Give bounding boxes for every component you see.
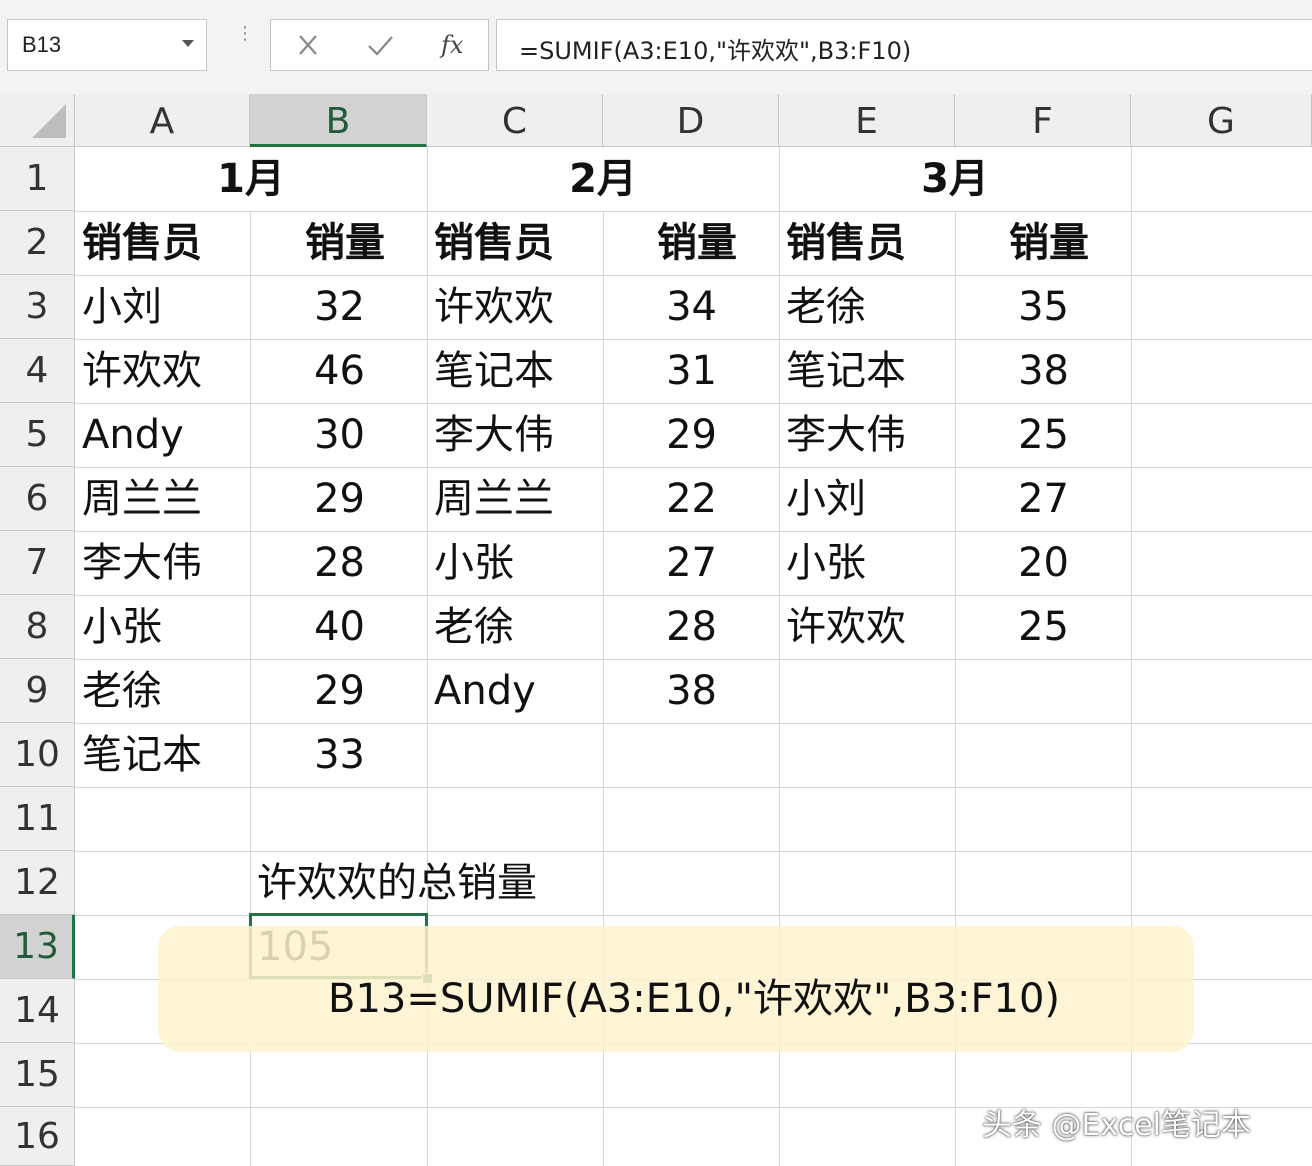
salesperson-cell[interactable]: 笔记本 [786,339,906,403]
row-header-6[interactable]: 6 [0,467,75,531]
row-header-11[interactable]: 11 [0,787,75,851]
salesperson-cell[interactable]: 老徐 [434,595,514,659]
header-cell[interactable]: 销量 [603,211,737,275]
salesperson-cell[interactable]: 许欢欢 [786,595,906,659]
sales-cell[interactable]: 20 [955,531,1069,595]
header-cell[interactable]: 销量 [250,211,385,275]
salesperson-cell[interactable]: 李大伟 [82,531,202,595]
salesperson-cell[interactable]: 周兰兰 [434,467,554,531]
sales-cell[interactable]: 25 [955,403,1069,467]
formula-note-text: B13=SUMIF(A3:E10,"许欢欢",B3:F10) [328,976,1061,1022]
row-header-10[interactable]: 10 [0,723,75,787]
select-all-button[interactable] [0,94,75,147]
sales-cell[interactable]: 29 [250,659,365,723]
salesperson-cell[interactable]: Andy [82,403,184,467]
sales-cell[interactable]: 29 [250,467,365,531]
salesperson-cell[interactable]: Andy [434,659,536,723]
row-header-4[interactable]: 4 [0,339,75,403]
row-header-2[interactable]: 2 [0,211,75,275]
column-header-b[interactable]: B [250,94,427,147]
sales-cell[interactable]: 40 [250,595,365,659]
salesperson-cell[interactable]: 李大伟 [434,403,554,467]
salesperson-cell[interactable]: 老徐 [786,275,866,339]
name-box[interactable]: B13 [7,19,207,71]
month-header-cell[interactable]: 1月 [75,147,427,211]
sales-cell[interactable]: 28 [603,595,717,659]
column-header-e[interactable]: E [779,94,955,147]
row-header-16[interactable]: 16 [0,1107,75,1166]
check-icon[interactable] [363,30,397,60]
formula-bar-area: B13 ⋮ fx =SUMIF(A3:E10,"许欢欢",B3:F10) [0,0,1312,94]
salesperson-cell[interactable]: 小刘 [82,275,162,339]
row-header-15[interactable]: 15 [0,1043,75,1107]
sales-cell[interactable]: 33 [250,723,365,787]
month-header-cell[interactable]: 3月 [779,147,1131,211]
salesperson-cell[interactable]: 小刘 [786,467,866,531]
row-header-5[interactable]: 5 [0,403,75,467]
row-header-9[interactable]: 9 [0,659,75,723]
sales-cell[interactable]: 27 [955,467,1069,531]
sales-cell[interactable]: 27 [603,531,717,595]
chevron-down-icon[interactable] [182,40,194,47]
salesperson-cell[interactable]: 周兰兰 [82,467,202,531]
grid-line [75,787,1312,788]
header-cell[interactable]: 销售员 [786,211,906,275]
sales-cell[interactable]: 22 [603,467,717,531]
salesperson-cell[interactable]: 笔记本 [82,723,202,787]
sales-cell[interactable]: 30 [250,403,365,467]
column-header-d[interactable]: D [603,94,779,147]
salesperson-cell[interactable]: 笔记本 [434,339,554,403]
row-header-7[interactable]: 7 [0,531,75,595]
formula-note-box: B13=SUMIF(A3:E10,"许欢欢",B3:F10) [158,926,1194,1052]
salesperson-cell[interactable]: 许欢欢 [82,339,202,403]
row-header-14[interactable]: 14 [0,979,75,1043]
header-cell[interactable]: 销售员 [82,211,202,275]
salesperson-cell[interactable]: 老徐 [82,659,162,723]
formula-buttons: fx [270,19,489,71]
sales-cell[interactable]: 32 [250,275,365,339]
sales-cell[interactable]: 35 [955,275,1069,339]
select-all-icon [32,104,66,138]
sales-cell[interactable]: 34 [603,275,717,339]
formula-input[interactable]: =SUMIF(A3:E10,"许欢欢",B3:F10) [496,19,1312,71]
salesperson-cell[interactable]: 小张 [434,531,514,595]
row-header-8[interactable]: 8 [0,595,75,659]
column-header-g[interactable]: G [1131,94,1312,147]
cell-b12[interactable]: 许欢欢的总销量 [257,851,537,915]
sales-cell[interactable]: 38 [603,659,717,723]
sales-cell[interactable]: 46 [250,339,365,403]
row-header-12[interactable]: 12 [0,851,75,915]
sales-cell[interactable]: 29 [603,403,717,467]
sales-cell[interactable]: 25 [955,595,1069,659]
header-cell[interactable]: 销售员 [434,211,554,275]
column-header-c[interactable]: C [427,94,603,147]
insert-function-button[interactable]: fx [441,31,463,59]
row-header-13[interactable]: 13 [0,915,75,979]
row-header-3[interactable]: 3 [0,275,75,339]
salesperson-cell[interactable]: 李大伟 [786,403,906,467]
sales-cell[interactable]: 28 [250,531,365,595]
column-header-f[interactable]: F [955,94,1131,147]
month-header-cell[interactable]: 2月 [427,147,779,211]
more-options-icon[interactable]: ⋮ [236,25,254,60]
salesperson-cell[interactable]: 小张 [786,531,866,595]
formula-text: =SUMIF(A3:E10,"许欢欢",B3:F10) [519,37,912,65]
sales-cell[interactable]: 38 [955,339,1069,403]
salesperson-cell[interactable]: 小张 [82,595,162,659]
close-icon[interactable] [291,30,325,60]
header-cell[interactable]: 销量 [955,211,1089,275]
salesperson-cell[interactable]: 许欢欢 [434,275,554,339]
watermark: 头条 @Excel笔记本 [982,1108,1252,1143]
sales-cell[interactable]: 31 [603,339,717,403]
row-header-1[interactable]: 1 [0,147,75,211]
name-box-value: B13 [22,32,62,57]
column-header-a[interactable]: A [75,94,250,147]
